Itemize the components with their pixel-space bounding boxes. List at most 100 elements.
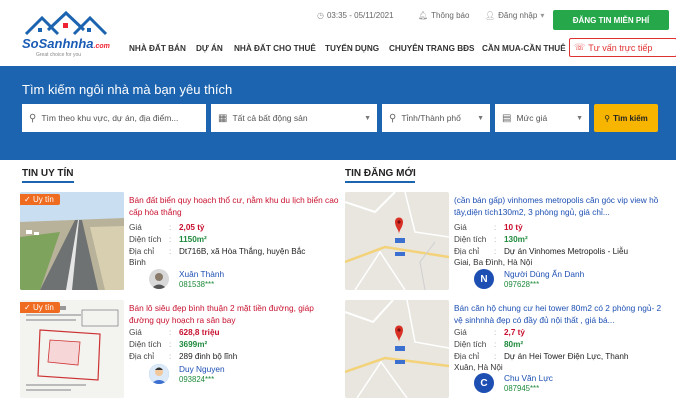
nav-item-sale[interactable]: NHÀ ĐẤT BÁN [129,44,186,53]
user-phone[interactable]: 093824*** [179,375,214,384]
login-label: Đăng nhập [498,11,538,20]
listing-area: 80m² [504,340,524,349]
listing-map[interactable] [345,192,449,290]
price-value: Mức giá [516,113,548,123]
address-label: Địa chỉ [454,352,480,361]
listing-address: 289 đinh bộ lĩnh [179,352,238,361]
chevron-down-icon: ▼ [364,114,371,122]
trusted-badge: ✓ Uy tín [20,194,60,205]
user-name[interactable]: Duy Nguyen [179,364,225,374]
price-icon: ▤ [502,112,512,124]
listing-title[interactable]: Bán lô siêu đẹp bình thuận 2 mặt tiền đư… [129,302,339,326]
datetime-text: 03:35 - 05/11/2021 [326,11,394,20]
listing-card[interactable]: ✓ Uy tín Bán lô siêu đẹp bình thuận 2 mặ… [20,300,330,400]
province-value: Tỉnh/Thành phố [401,113,461,123]
listing-address: Dự án Vinhomes Metropolis - Liễu [504,247,629,256]
badge-label: Uy tín [32,303,54,312]
price-label: Giá [129,328,142,337]
user-icon: 👤︎ [485,11,496,20]
listing-photo[interactable]: ✓ Uy tín [20,192,124,290]
user-phone[interactable]: 097628*** [504,280,539,289]
listing-title[interactable]: Bán căn hộ chung cư hei tower 80m2 có 2 … [454,302,664,326]
listing-address: Dự án Hei Tower Điện Lực, Thanh [504,352,629,361]
nav-item-realestate[interactable]: CHUYÊN TRANG BĐS [389,44,475,53]
trusted-badge: ✓ Uy tín [20,302,60,313]
section-underline [22,181,74,183]
listing-address-cont: Xuân, Hà Nội [454,363,503,372]
user-phone[interactable]: 081538*** [179,280,214,289]
listing-area: 1150m² [179,235,207,244]
avatar: N [474,269,494,289]
search-icon: ⚲ [604,113,611,123]
property-type-select[interactable]: ▦ Tất cả bất động sản ▼ [211,104,377,132]
chevron-down-icon: ▾ [540,11,545,20]
site-header: SoSanhnha.com Great choice for you ◷ 03:… [0,0,676,66]
listing-area: 3699m² [179,340,208,349]
listing-map[interactable] [345,300,449,398]
listing-address-cont: Bình [129,258,146,267]
listing-price: 2,05 tỷ [179,223,205,232]
login-link[interactable]: 👤︎ Đăng nhập ▾ [485,11,544,20]
search-button[interactable]: ⚲ Tìm kiếm [594,104,658,132]
province-select[interactable]: ⚲ Tỉnh/Thành phố ▼ [382,104,490,132]
consult-label: Tư vấn trực tiếp [588,42,653,53]
listing-address: Dt716B, xã Hòa Thắng, huyện Bắc [179,247,306,256]
area-label: Diện tích [129,340,162,349]
price-label: Giá [454,328,467,337]
area-label: Diện tích [454,340,487,349]
listing-address-cont: Giai, Ba Đình, Hà Nội [454,258,533,267]
notifications-link[interactable]: 🔔︎ Thông báo [418,11,469,20]
consult-button[interactable]: ☏ Tư vấn trực tiếp [569,38,676,57]
phone-icon: ☏ [574,42,586,52]
post-free-button[interactable]: ĐĂNG TIN MIỄN PHÍ [553,10,669,30]
address-label: Địa chỉ [129,352,155,361]
section-underline [345,181,415,183]
chevron-down-icon: ▼ [576,114,583,122]
avatar: C [474,373,494,393]
listing-price: 2,7 tỷ [504,328,525,337]
address-label: Địa chỉ [129,247,155,256]
price-label: Giá [129,223,142,232]
chevron-down-icon: ▼ [477,114,484,122]
keyword-placeholder: Tìm theo khu vực, dự án, địa điểm... [41,113,179,123]
price-select[interactable]: ▤ Mức giá ▼ [495,104,589,132]
listing-title[interactable]: (cần bán gấp) vinhomes metropolis căn gó… [454,194,664,218]
clock-icon: ◷ [317,11,324,20]
bell-icon: 🔔︎ [418,11,429,20]
nav-item-want-buy[interactable]: CẦN MUA-CẦN THUÊ [482,44,566,53]
user-name[interactable]: Xuân Thành [179,269,224,279]
datetime: ◷ 03:35 - 05/11/2021 [317,11,394,20]
building-icon: ▦ [218,112,228,124]
latest-section-title: TIN ĐĂNG MỚI [345,168,416,179]
price-label: Giá [454,223,467,232]
search-hero: Tìm kiếm ngôi nhà mà bạn yêu thích ⚲ Tìm… [0,66,676,160]
badge-label: Uy tín [32,195,54,204]
listing-photo[interactable]: ✓ Uy tín [20,300,124,398]
area-label: Diện tích [129,235,162,244]
notifications-label: Thông báo [431,11,470,20]
nav-item-jobs[interactable]: TUYỂN DỤNG [325,44,379,53]
address-label: Địa chỉ [454,247,480,256]
avatar [149,269,169,289]
listing-card[interactable]: ✓ Uy tín Bán đất biển quy hoạch thổ cư, … [20,192,338,300]
avatar [149,364,169,384]
user-phone[interactable]: 087945*** [504,384,539,393]
listing-price: 10 tỷ [504,223,523,232]
area-label: Diện tích [454,235,487,244]
nav-item-rent[interactable]: NHÀ ĐẤT CHO THUÊ [234,44,316,53]
listing-card[interactable]: Bán căn hộ chung cư hei tower 80m2 có 2 … [345,300,661,400]
search-icon: ⚲ [29,112,37,124]
listing-card[interactable]: (cần bán gấp) vinhomes metropolis căn gó… [345,192,658,300]
search-title: Tìm kiếm ngôi nhà mà bạn yêu thích [22,82,233,97]
listing-price: 628,8 triệu [179,328,220,337]
user-name[interactable]: Người Dùng Ẩn Danh [504,269,584,279]
property-type-value: Tất cả bất động sản [232,113,308,123]
user-name[interactable]: Chu Văn Lực [504,373,553,383]
trusted-section-title: TIN UY TÍN [22,168,74,179]
location-icon: ⚲ [389,112,397,124]
nav-item-projects[interactable]: DỰ ÁN [196,44,223,53]
search-button-label: Tìm kiếm [613,113,648,123]
listing-title[interactable]: Bán đất biển quy hoạch thổ cư, nằm khu d… [129,194,339,218]
keyword-search-input[interactable]: ⚲ Tìm theo khu vực, dự án, địa điểm... [22,104,206,132]
listing-area: 130m² [504,235,528,244]
